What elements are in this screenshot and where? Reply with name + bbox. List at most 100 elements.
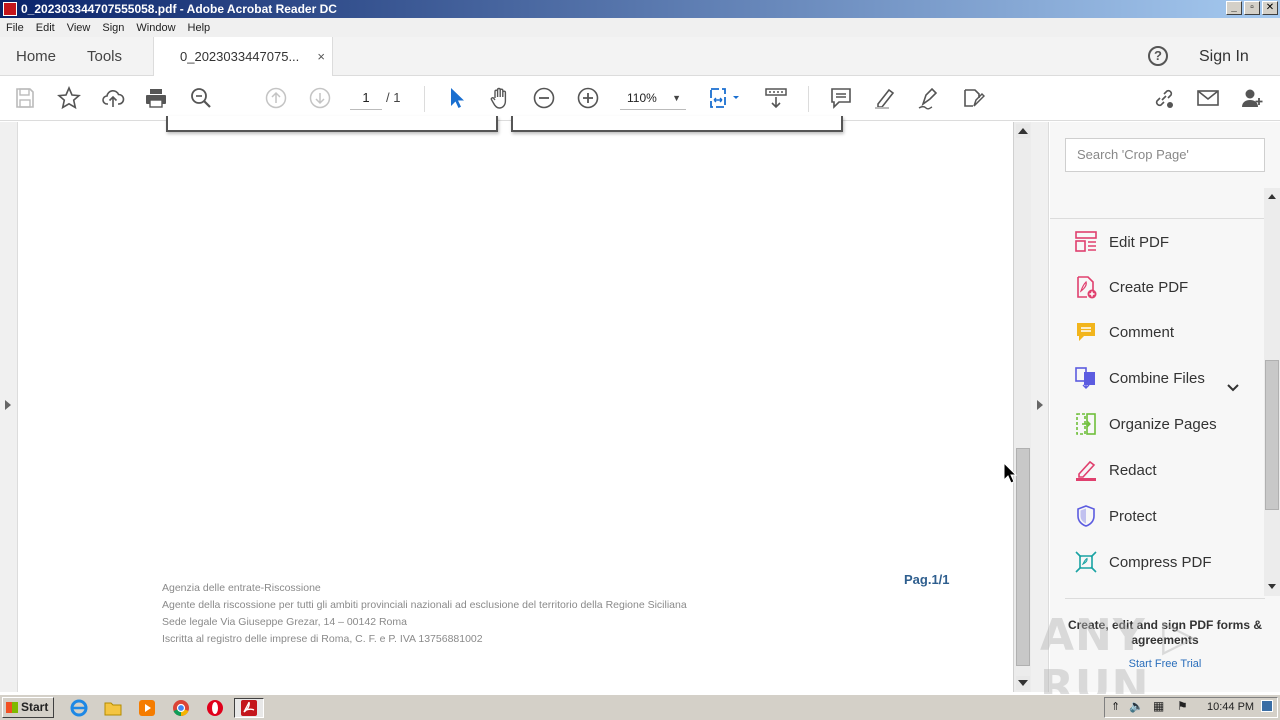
tool-combine-files[interactable]: Combine Files (1074, 364, 1205, 392)
mouse-pointer-icon (1003, 461, 1018, 487)
window-title: 0_202303344707555058.pdf - Adobe Acrobat… (21, 2, 337, 16)
menu-bar: File Edit View Sign Window Help (0, 18, 1280, 37)
menu-file[interactable]: File (0, 22, 30, 34)
bookmark-star-icon[interactable] (57, 86, 81, 110)
menu-view[interactable]: View (61, 22, 97, 34)
scrollbar-thumb[interactable] (1265, 360, 1279, 510)
scroll-up-arrow-icon[interactable] (1016, 124, 1030, 138)
scroll-down-arrow-icon[interactable] (1016, 676, 1030, 690)
scroll-mode-icon[interactable] (764, 86, 788, 110)
tool-label: Redact (1109, 461, 1157, 479)
tools-pane-scrollbar[interactable] (1264, 188, 1280, 596)
action-center-flag-icon[interactable]: ⚑ (1177, 699, 1188, 713)
document-page: Agenzia delle entrate-Riscossione Agente… (19, 116, 1013, 692)
collapse-arrow-icon (1037, 400, 1043, 410)
expand-arrow-icon (5, 400, 11, 410)
sign-in-link[interactable]: Sign In (1199, 37, 1249, 76)
comment-icon[interactable] (829, 86, 853, 110)
footer-line: Agente della riscossione per tutti gli a… (162, 599, 687, 611)
tool-label: Edit PDF (1109, 233, 1170, 251)
footer-line: Iscritta al registro delle imprese di Ro… (162, 633, 483, 645)
start-label: Start (21, 700, 49, 714)
network-icon[interactable]: ▦ (1153, 699, 1164, 713)
tab-home[interactable]: Home (16, 37, 56, 76)
menu-sign[interactable]: Sign (96, 22, 130, 34)
redact-icon (1076, 460, 1096, 481)
media-player-icon[interactable] (134, 698, 160, 718)
document-footer: Agenzia delle entrate-Riscossione Agente… (162, 580, 687, 648)
right-pane-toggle[interactable] (1031, 122, 1049, 692)
page-number-input[interactable]: 1 (350, 86, 382, 110)
tool-label: Protect (1109, 507, 1157, 525)
zoom-level-select[interactable]: 110% ▼ (620, 86, 686, 110)
chrome-icon[interactable] (168, 698, 194, 718)
tool-protect[interactable]: Protect (1074, 502, 1157, 530)
fill-sign-icon[interactable] (961, 86, 985, 110)
next-page-icon[interactable] (308, 86, 332, 110)
add-user-icon[interactable] (1240, 86, 1264, 110)
create-pdf-icon (1077, 276, 1097, 299)
tray-expand-icon[interactable]: ⇑ (1111, 700, 1120, 713)
show-desktop-icon[interactable] (1261, 700, 1273, 712)
print-icon[interactable] (144, 86, 168, 110)
comment-icon (1077, 323, 1095, 341)
start-button[interactable]: Start (2, 697, 54, 718)
tool-edit-pdf[interactable]: Edit PDF (1074, 228, 1169, 256)
tab-tools[interactable]: Tools (87, 37, 122, 76)
tools-search-input[interactable]: Search 'Crop Page' (1065, 138, 1265, 172)
chevron-down-icon: ▼ (672, 93, 681, 103)
scroll-down-arrow-icon[interactable] (1265, 580, 1279, 594)
cloud-upload-icon[interactable] (101, 86, 125, 110)
close-window-button[interactable]: ✕ (1262, 1, 1278, 15)
tools-list: Edit PDF Create PDF Comment Combine File… (1050, 218, 1264, 596)
protect-icon (1077, 505, 1095, 527)
scrollbar-thumb[interactable] (1016, 448, 1030, 666)
opera-icon[interactable] (202, 698, 228, 718)
tool-redact[interactable]: Redact (1074, 456, 1157, 484)
chevron-down-icon[interactable] (1226, 382, 1240, 396)
menu-window[interactable]: Window (130, 22, 181, 34)
taskbar: Start ⇑ 🔈 ▦ ⚑ 10:44 PM (0, 694, 1280, 720)
draw-sign-icon[interactable] (917, 86, 941, 110)
restore-button[interactable]: ▫ (1244, 1, 1260, 15)
zoom-in-icon[interactable] (576, 86, 600, 110)
fit-page-icon[interactable] (708, 86, 744, 110)
select-cursor-icon[interactable] (444, 86, 468, 110)
menu-edit[interactable]: Edit (30, 22, 61, 34)
tab-document[interactable]: 0_2023033447075... × (153, 37, 333, 77)
zoom-value: 110% (627, 91, 657, 105)
document-box (166, 116, 498, 132)
toolbar: 1 / 1 110% ▼ (0, 76, 1280, 121)
tool-label: Combine Files (1109, 369, 1205, 387)
menu-help[interactable]: Help (182, 22, 217, 34)
tool-compress-pdf[interactable]: Compress PDF (1074, 548, 1212, 576)
hand-tool-icon[interactable] (488, 86, 512, 110)
zoom-search-icon[interactable] (189, 86, 213, 110)
document-box (511, 116, 843, 132)
volume-icon[interactable]: 🔈 (1129, 699, 1144, 713)
system-tray: ⇑ 🔈 ▦ ⚑ 10:44 PM (1104, 697, 1278, 718)
save-icon[interactable] (13, 86, 37, 110)
previous-page-icon[interactable] (264, 86, 288, 110)
footer-line: Agenzia delle entrate-Riscossione (162, 582, 321, 594)
email-icon[interactable] (1196, 86, 1220, 110)
tabs-row: Home Tools 0_2023033447075... × ? Sign I… (0, 37, 1280, 77)
tool-organize-pages[interactable]: Organize Pages (1074, 410, 1217, 438)
acrobat-taskbar-icon[interactable] (234, 698, 264, 718)
scroll-up-arrow-icon[interactable] (1265, 190, 1279, 204)
help-icon[interactable]: ? (1148, 46, 1168, 66)
minimize-button[interactable]: _ (1226, 1, 1242, 15)
document-scrollbar[interactable] (1013, 122, 1031, 692)
tool-create-pdf[interactable]: Create PDF (1074, 273, 1188, 301)
share-link-icon[interactable] (1152, 86, 1176, 110)
close-tab-icon[interactable]: × (317, 37, 325, 76)
left-panel-toggle[interactable] (0, 122, 18, 692)
tool-label: Organize Pages (1109, 415, 1217, 433)
page-total: / 1 (386, 90, 401, 105)
tool-comment[interactable]: Comment (1074, 318, 1174, 346)
zoom-out-icon[interactable] (532, 86, 556, 110)
highlight-icon[interactable] (873, 86, 897, 110)
clock[interactable]: 10:44 PM (1207, 698, 1254, 717)
internet-explorer-icon[interactable] (66, 698, 92, 718)
file-explorer-icon[interactable] (100, 698, 126, 718)
